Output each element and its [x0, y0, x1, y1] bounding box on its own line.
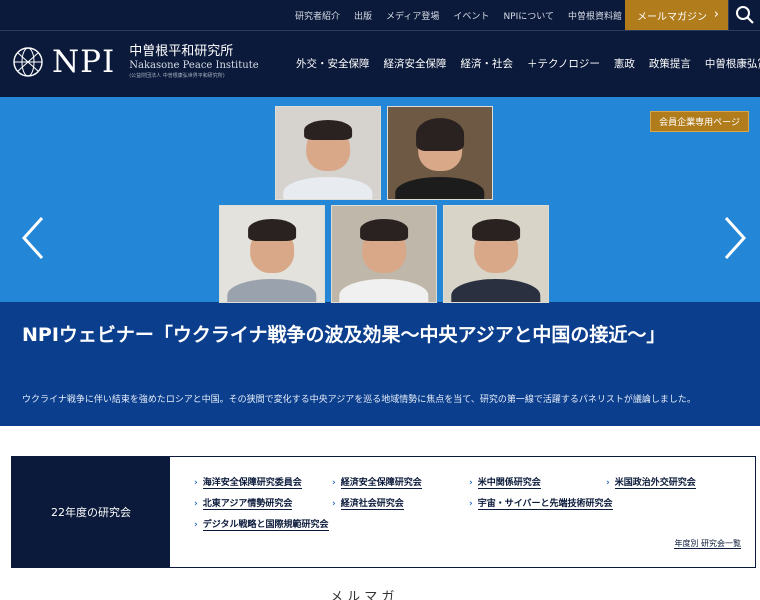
participant-tile	[275, 106, 381, 200]
site-header: 研究者紹介 出版 メディア登場 イベント NPIについて 中曽根資料館 メールマ…	[0, 0, 760, 97]
search-button[interactable]	[728, 0, 760, 30]
main-nav: 外交・安全保障 経済安全保障 経済・社会 ＋テクノロジー 憲政 政策提言 中曽根…	[296, 56, 760, 71]
hero-title[interactable]: NPIウェビナー「ウクライナ戦争の波及効果～中央アジアと中国の接近～」	[22, 319, 742, 351]
site-logo[interactable]: NPI 中曽根平和研究所 Nakasone Peace Institute (公…	[12, 44, 259, 80]
hero-description: ウクライナ戦争に伴い結束を強めたロシアと中国。その狭間で変化する中央アジアを巡る…	[22, 395, 696, 405]
header-divider	[0, 30, 760, 31]
research-link[interactable]: › 宇宙・サイバーと先端技術研究会	[469, 496, 613, 510]
research-link[interactable]: › 経済安全保障研究会	[332, 475, 422, 489]
chevron-right-icon: ›	[332, 499, 336, 509]
util-link-researchers[interactable]: 研究者紹介	[295, 9, 340, 22]
chevron-right-icon: ›	[194, 478, 198, 488]
search-icon	[735, 6, 754, 24]
nav-item-nakasone-prize[interactable]: 中曽根康弘賞	[705, 56, 760, 71]
logo-mark: NPI	[52, 44, 116, 80]
research-link[interactable]: › 北東アジア情勢研究会	[194, 496, 293, 510]
logo-text: 中曽根平和研究所 Nakasone Peace Institute (公益財団法…	[129, 44, 258, 80]
util-link-about[interactable]: NPIについて	[503, 9, 554, 22]
util-link-publications[interactable]: 出版	[354, 9, 372, 22]
research-link[interactable]: › デジタル戦略と国際規範研究会	[194, 517, 329, 531]
logo-subtitle: (公益財団法人 中曽根康弘世界平和研究所)	[129, 73, 225, 79]
chevron-right-icon: ›	[469, 478, 473, 488]
chevron-right-icon: ›	[606, 478, 610, 488]
research-link[interactable]: › 米中関係研究会	[469, 475, 541, 489]
research-link[interactable]: › 米国政治外交研究会	[606, 475, 696, 489]
research-link[interactable]: › 海洋安全保障研究委員会	[194, 475, 302, 489]
slider-prev-icon[interactable]	[20, 215, 46, 261]
participant-tile	[387, 106, 493, 200]
slider-next-icon[interactable]	[722, 215, 748, 261]
utility-nav: 研究者紹介 出版 メディア登場 イベント NPIについて 中曽根資料館	[281, 0, 622, 30]
nav-item-constitution[interactable]: 憲政	[614, 56, 635, 71]
section-heading-peek: メ ル マ ガ	[330, 590, 395, 600]
hero-slider: 会員企業専用ページ NPIウェビナー「ウクライナ戦争の波及効果～中央アジアと中国…	[0, 97, 760, 426]
nav-item-technology[interactable]: ＋テクノロジー	[527, 56, 600, 71]
mail-magazine-button[interactable]: メールマガジン ›	[625, 0, 728, 30]
research-groups-panel: 22年度の研究会 › 海洋安全保障研究委員会 › 経済安全保障研究会 › 米中関係研究…	[11, 456, 756, 568]
logo-name-en: Nakasone Peace Institute	[129, 60, 259, 71]
nav-item-diplomacy[interactable]: 外交・安全保障	[296, 56, 370, 71]
logo-name-jp: 中曽根平和研究所	[129, 44, 234, 59]
nav-item-economic-security[interactable]: 経済安全保障	[384, 56, 447, 71]
member-page-button[interactable]: 会員企業専用ページ	[650, 111, 749, 132]
participant-tile	[331, 205, 437, 303]
nav-item-economy-society[interactable]: 経済・社会	[461, 56, 514, 71]
util-link-events[interactable]: イベント	[453, 9, 489, 22]
util-link-archive[interactable]: 中曽根資料館	[568, 9, 622, 22]
research-link[interactable]: › 経済社会研究会	[332, 496, 404, 510]
chevron-right-icon: ›	[469, 499, 473, 509]
chevron-right-icon: ›	[713, 7, 719, 22]
research-groups-heading: 22年度の研究会	[12, 457, 170, 567]
research-by-year-link[interactable]: 年度別 研究会一覧	[674, 538, 741, 549]
participant-tile	[219, 205, 325, 303]
participant-tile	[443, 205, 549, 303]
chevron-right-icon: ›	[194, 520, 198, 530]
util-link-media[interactable]: メディア登場	[386, 9, 439, 22]
chevron-right-icon: ›	[332, 478, 336, 488]
nav-item-policy[interactable]: 政策提言	[649, 56, 691, 71]
chevron-right-icon: ›	[194, 499, 198, 509]
mail-magazine-label: メールマガジン	[637, 11, 707, 23]
globe-logo-icon	[13, 47, 43, 77]
